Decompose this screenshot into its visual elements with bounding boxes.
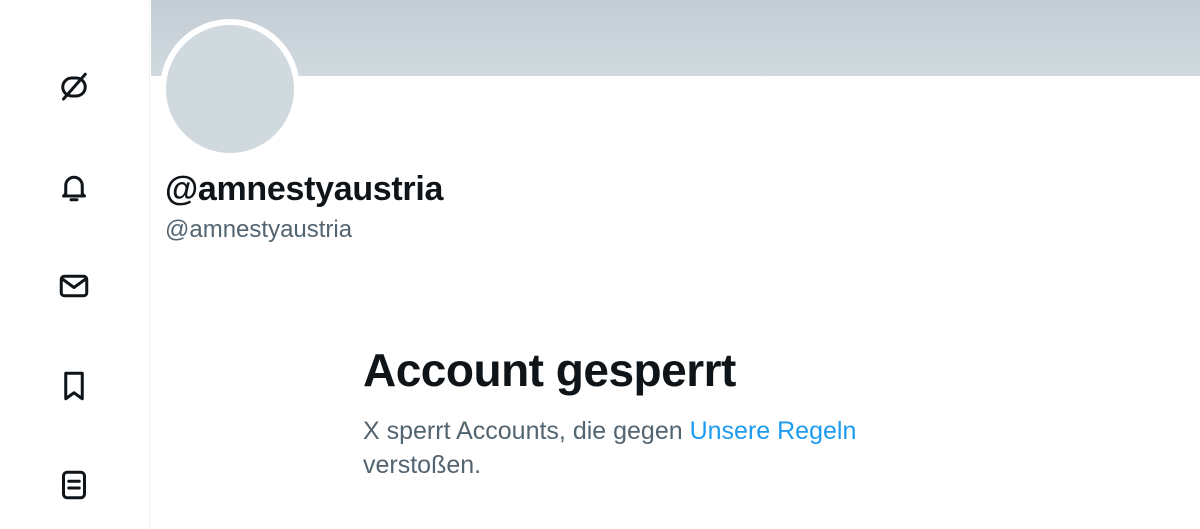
profile-banner: [151, 0, 1200, 76]
profile-main: @amnestyaustria @amnestyaustria Account …: [151, 0, 1200, 529]
message-text-after: verstoßen.: [363, 451, 482, 479]
sidebar-item-grok[interactable]: [42, 55, 106, 119]
suspended-message: X sperrt Accounts, die gegen Unsere Rege…: [363, 414, 963, 482]
sidebar-item-lists[interactable]: [42, 453, 106, 517]
avatar[interactable]: [160, 19, 300, 159]
profile-handle: @amnestyaustria: [165, 216, 353, 243]
sidebar-item-partial[interactable]: [42, 0, 106, 18]
suspended-notice: Account gesperrt X sperrt Accounts, die …: [363, 340, 983, 482]
sidebar-item-notifications[interactable]: [42, 155, 106, 219]
sidebar-nav: [0, 0, 150, 529]
profile-display-name: @amnestyaustria: [165, 170, 444, 208]
bookmark-icon: [64, 371, 84, 401]
partial-icon: [56, 0, 92, 4]
sidebar-item-messages[interactable]: [42, 254, 106, 318]
suspended-title: Account gesperrt: [363, 344, 736, 396]
list-icon: [62, 470, 86, 500]
sidebar-item-bookmarks[interactable]: [42, 354, 106, 418]
bell-icon: [62, 175, 86, 202]
rules-link[interactable]: Unsere Regeln: [690, 417, 857, 445]
envelope-icon: [59, 274, 89, 298]
grok-icon: [61, 72, 87, 101]
message-text-before: X sperrt Accounts, die gegen: [363, 417, 690, 445]
